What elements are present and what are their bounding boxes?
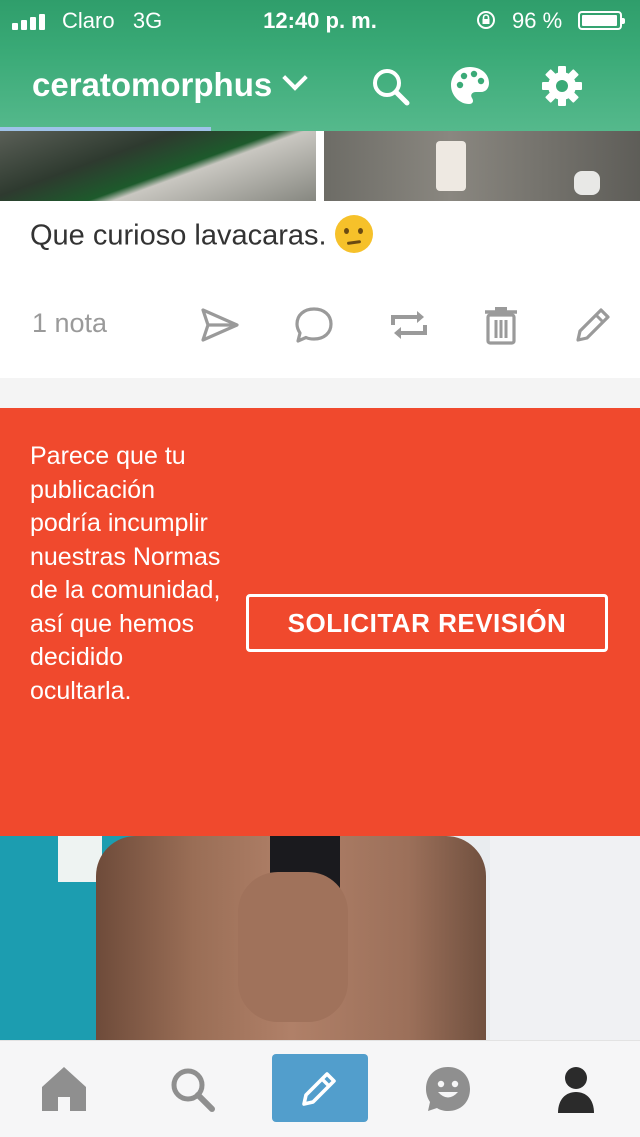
chevron-down-icon bbox=[282, 65, 308, 91]
home-icon[interactable] bbox=[34, 1059, 94, 1119]
post-photo-2[interactable] bbox=[324, 131, 640, 201]
flagged-post-banner: Parece que tu publicación podría incumpl… bbox=[0, 408, 640, 836]
notes-count[interactable]: 1 nota bbox=[32, 308, 107, 339]
blog-name: ceratomorphus bbox=[32, 66, 273, 103]
post-caption: Que curioso lavacaras. bbox=[30, 215, 373, 256]
post-photo-1[interactable] bbox=[0, 131, 316, 201]
status-bar: Claro 3G 12:40 p. m. 96 % bbox=[0, 0, 640, 40]
compose-icon bbox=[302, 1072, 336, 1106]
request-review-button[interactable]: SOLICITAR REVISIÓN bbox=[246, 594, 608, 652]
blog-bar: ceratomorphus bbox=[0, 46, 640, 126]
search-icon[interactable] bbox=[162, 1059, 222, 1119]
reblog-icon[interactable] bbox=[384, 300, 434, 350]
battery-percent: 96 % bbox=[512, 8, 563, 33]
edit-icon[interactable] bbox=[568, 300, 618, 350]
account-icon[interactable] bbox=[546, 1059, 606, 1119]
blog-switcher[interactable]: ceratomorphus bbox=[32, 65, 308, 104]
palette-icon[interactable] bbox=[448, 64, 492, 108]
comment-icon[interactable] bbox=[289, 300, 339, 350]
activity-icon[interactable] bbox=[418, 1059, 478, 1119]
rotation-lock-icon bbox=[477, 11, 495, 29]
tab-bar bbox=[0, 1040, 640, 1137]
flagged-message: Parece que tu publicación podría incumpl… bbox=[30, 442, 221, 705]
gear-icon[interactable] bbox=[540, 64, 584, 108]
delete-icon[interactable] bbox=[476, 300, 526, 350]
post-actions: 1 nota bbox=[0, 290, 640, 360]
header: Claro 3G 12:40 p. m. 96 % ceratomorphus bbox=[0, 0, 640, 131]
post-photo-3[interactable] bbox=[0, 836, 640, 1040]
thinking-face-icon bbox=[334, 215, 373, 253]
battery-icon bbox=[578, 11, 625, 30]
post-separator bbox=[0, 378, 640, 408]
compose-button[interactable] bbox=[272, 1054, 368, 1122]
share-icon[interactable] bbox=[194, 300, 244, 350]
post-images bbox=[0, 131, 640, 201]
search-icon[interactable] bbox=[368, 64, 412, 108]
